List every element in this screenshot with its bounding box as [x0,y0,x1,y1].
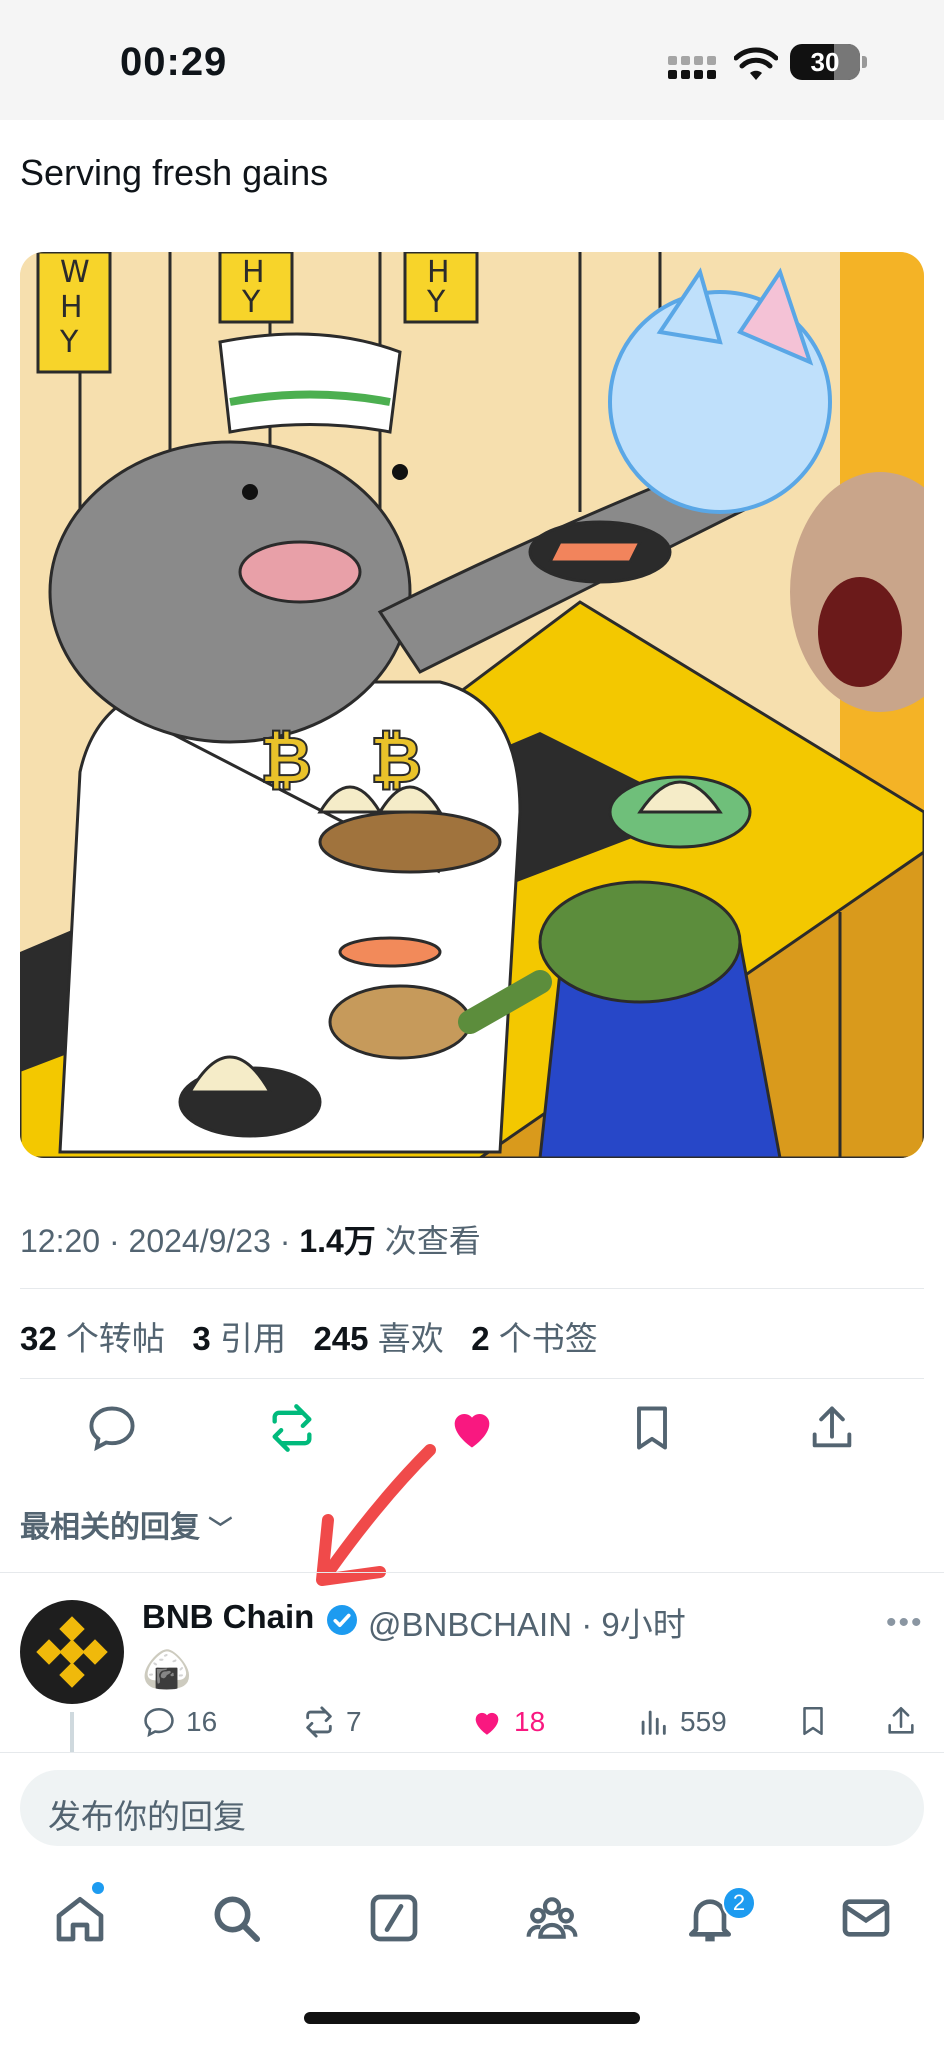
sign-letter: Y [426,285,446,320]
verified-badge-icon [327,1605,357,1635]
divider [0,1752,944,1753]
like-icon[interactable] [446,1402,498,1454]
more-options-icon[interactable]: ••• [886,1606,924,1640]
battery-level: 30 [810,46,840,77]
tweet-text: Serving fresh gains [20,152,329,193]
communities-icon[interactable] [524,1890,580,1946]
chevron-down-icon: ﹀ [208,1516,233,1543]
bnb-logo-icon [36,1616,108,1688]
tweet-time: 12:20 [20,1223,101,1259]
retweet-icon [306,1706,332,1738]
tweet-image[interactable]: W H Y H Y H Y ₿ ₿ [20,252,924,1158]
view-count: 1.4万 [299,1223,376,1259]
engagement-stats: 32 个转帖 3 引用 245 喜欢 2 个书签 [20,1312,598,1360]
reply-retweet-button[interactable]: 7 [302,1702,362,1742]
divider [20,1288,924,1289]
reply-views-button[interactable]: 559 [636,1702,727,1742]
sign-letter: Y [241,285,261,320]
sort-label: 最相关的回复 [20,1511,200,1544]
reply-reply-button[interactable]: 16 [142,1702,217,1742]
reply-author-name[interactable]: BNB Chain [142,1598,314,1636]
home-indicator[interactable] [304,2012,640,2024]
view-count: 559 [680,1706,727,1737]
sign-letter: H [60,290,83,325]
tweet-date: 2024/9/23 [128,1223,271,1259]
sushi-bar-illustration: W H Y H Y H Y ₿ ₿ [20,252,924,1158]
quote-stat[interactable]: 3 引用 [192,1320,286,1357]
analytics-icon [641,1710,666,1735]
divider [0,1572,944,1573]
grok-icon[interactable] [366,1890,422,1946]
battery-indicator: 30 [790,44,860,80]
like-icon [475,1712,499,1735]
retweet-stat[interactable]: 32 个转帖 [20,1320,165,1357]
sign-letter: Y [59,325,79,360]
bookmark-icon[interactable] [796,1704,830,1738]
notification-badge: 2 [722,1886,756,1920]
sort-replies-dropdown[interactable]: 最相关的回复 ﹀ [20,1502,232,1546]
like-count: 18 [514,1706,546,1737]
reply-icon[interactable] [86,1402,138,1454]
thread-line [70,1712,74,1752]
status-time: 00:29 [120,40,228,84]
retweet-count: 7 [346,1706,362,1737]
search-icon[interactable] [208,1890,264,1946]
reply-like-button[interactable]: 18 [470,1702,545,1742]
svg-text:₿: ₿ [260,724,312,798]
battery-tip [862,56,867,68]
bookmark-stat[interactable]: 2 个书签 [471,1320,598,1357]
reply-count: 16 [186,1706,218,1737]
tweet-meta: 12:20 · 2024/9/23 · 1.4万 次查看 [20,1223,481,1259]
divider [20,1378,924,1379]
bookmark-icon[interactable] [626,1402,678,1454]
reply-handle[interactable]: @BNBCHAIN · 9小时 [368,1598,686,1646]
messages-icon[interactable] [838,1890,894,1946]
reply-content: 🍙 [142,1648,192,1692]
sign-letter: W [60,255,90,290]
avatar[interactable] [20,1600,124,1704]
view-label: 次查看 [384,1223,481,1259]
reply-input-placeholder: 发布你的回复 [48,1798,246,1835]
share-icon[interactable] [806,1402,858,1454]
cellular-signal-icon [668,56,716,79]
share-icon[interactable] [884,1704,918,1738]
wifi-icon [734,47,778,80]
home-icon[interactable] [52,1890,108,1946]
reply-icon [144,1707,174,1738]
like-stat[interactable]: 245 喜欢 [313,1320,443,1357]
annotation-arrow [316,1444,436,1586]
